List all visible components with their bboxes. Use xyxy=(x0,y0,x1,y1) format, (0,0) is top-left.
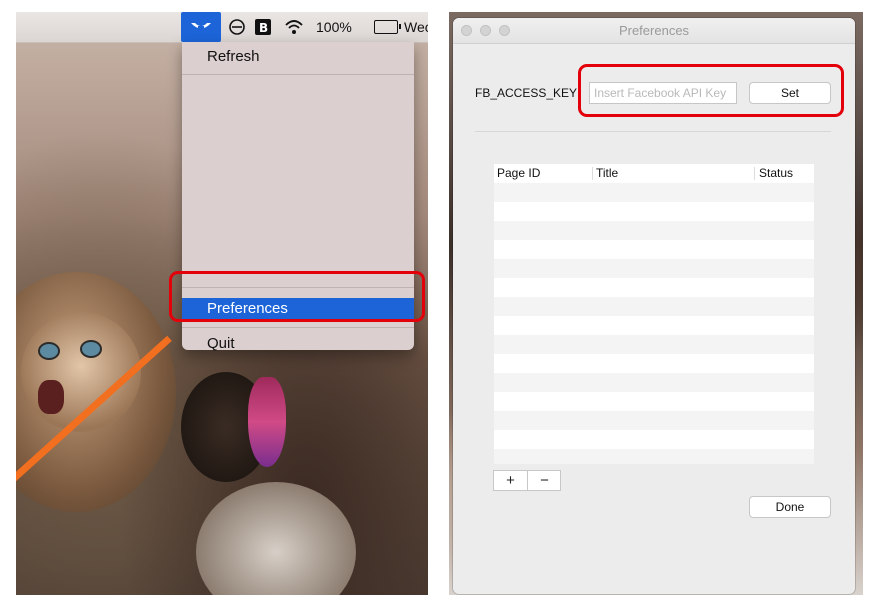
table-row[interactable] xyxy=(494,183,814,202)
window-titlebar[interactable]: Preferences xyxy=(453,18,855,44)
table-row[interactable] xyxy=(494,430,814,449)
table-row[interactable] xyxy=(494,392,814,411)
battery-icon[interactable] xyxy=(374,20,401,34)
menu-item-quit[interactable]: Quit xyxy=(182,333,414,355)
window-title: Preferences xyxy=(618,23,690,38)
access-key-highlight-box xyxy=(578,64,844,117)
table-header: Page ID Title Status xyxy=(494,164,814,183)
column-divider[interactable] xyxy=(754,167,755,180)
table-row[interactable] xyxy=(494,278,814,297)
clock-text[interactable]: Wec xyxy=(404,12,428,42)
menu-separator xyxy=(182,327,414,328)
column-divider[interactable] xyxy=(592,167,593,180)
table-row[interactable] xyxy=(494,259,814,278)
pages-table[interactable]: Page ID Title Status xyxy=(494,164,814,464)
access-key-label: FB_ACCESS_KEY xyxy=(475,86,578,100)
wallpaper-kitten-eye xyxy=(38,342,60,360)
table-row[interactable] xyxy=(494,221,814,240)
app-status-icon[interactable] xyxy=(181,12,221,42)
add-row-button[interactable]: + xyxy=(494,471,527,490)
wifi-icon[interactable] xyxy=(284,18,303,36)
table-row[interactable] xyxy=(494,202,814,221)
svg-text:B: B xyxy=(259,21,268,35)
preferences-window: Preferences FB_ACCESS_KEY Set Page ID Ti… xyxy=(453,18,855,594)
section-divider xyxy=(475,131,831,132)
add-remove-control: + − xyxy=(493,470,561,491)
column-header-page-id[interactable]: Page ID xyxy=(497,166,540,181)
wallpaper-feather-toy xyxy=(248,377,286,467)
wallpaper-kitten-eye xyxy=(80,340,102,358)
table-row[interactable] xyxy=(494,240,814,259)
table-row[interactable] xyxy=(494,373,814,392)
table-row[interactable] xyxy=(494,297,814,316)
desktop-screenshot: B 100% Wec Refresh Preferences Quit xyxy=(16,12,428,595)
column-header-status[interactable]: Status xyxy=(759,166,793,181)
done-button[interactable]: Done xyxy=(749,496,831,518)
wallpaper-kitten-mouth xyxy=(38,380,64,414)
table-row[interactable] xyxy=(494,449,814,464)
remove-row-button[interactable]: − xyxy=(528,471,561,490)
battery-percent: 100% xyxy=(316,19,352,35)
table-row[interactable] xyxy=(494,354,814,373)
menu-separator xyxy=(182,74,414,75)
do-not-disturb-icon[interactable] xyxy=(228,18,246,36)
column-header-title[interactable]: Title xyxy=(596,166,618,181)
b-app-icon[interactable]: B xyxy=(254,18,272,36)
table-row[interactable] xyxy=(494,316,814,335)
table-row[interactable] xyxy=(494,335,814,354)
wallpaper-kitten-belly xyxy=(196,482,356,595)
menu-item-refresh[interactable]: Refresh xyxy=(182,46,414,68)
table-row[interactable] xyxy=(494,411,814,430)
preferences-highlight-box xyxy=(169,271,425,322)
table-rows xyxy=(494,183,814,464)
menu-bar: B 100% Wec xyxy=(16,12,428,43)
